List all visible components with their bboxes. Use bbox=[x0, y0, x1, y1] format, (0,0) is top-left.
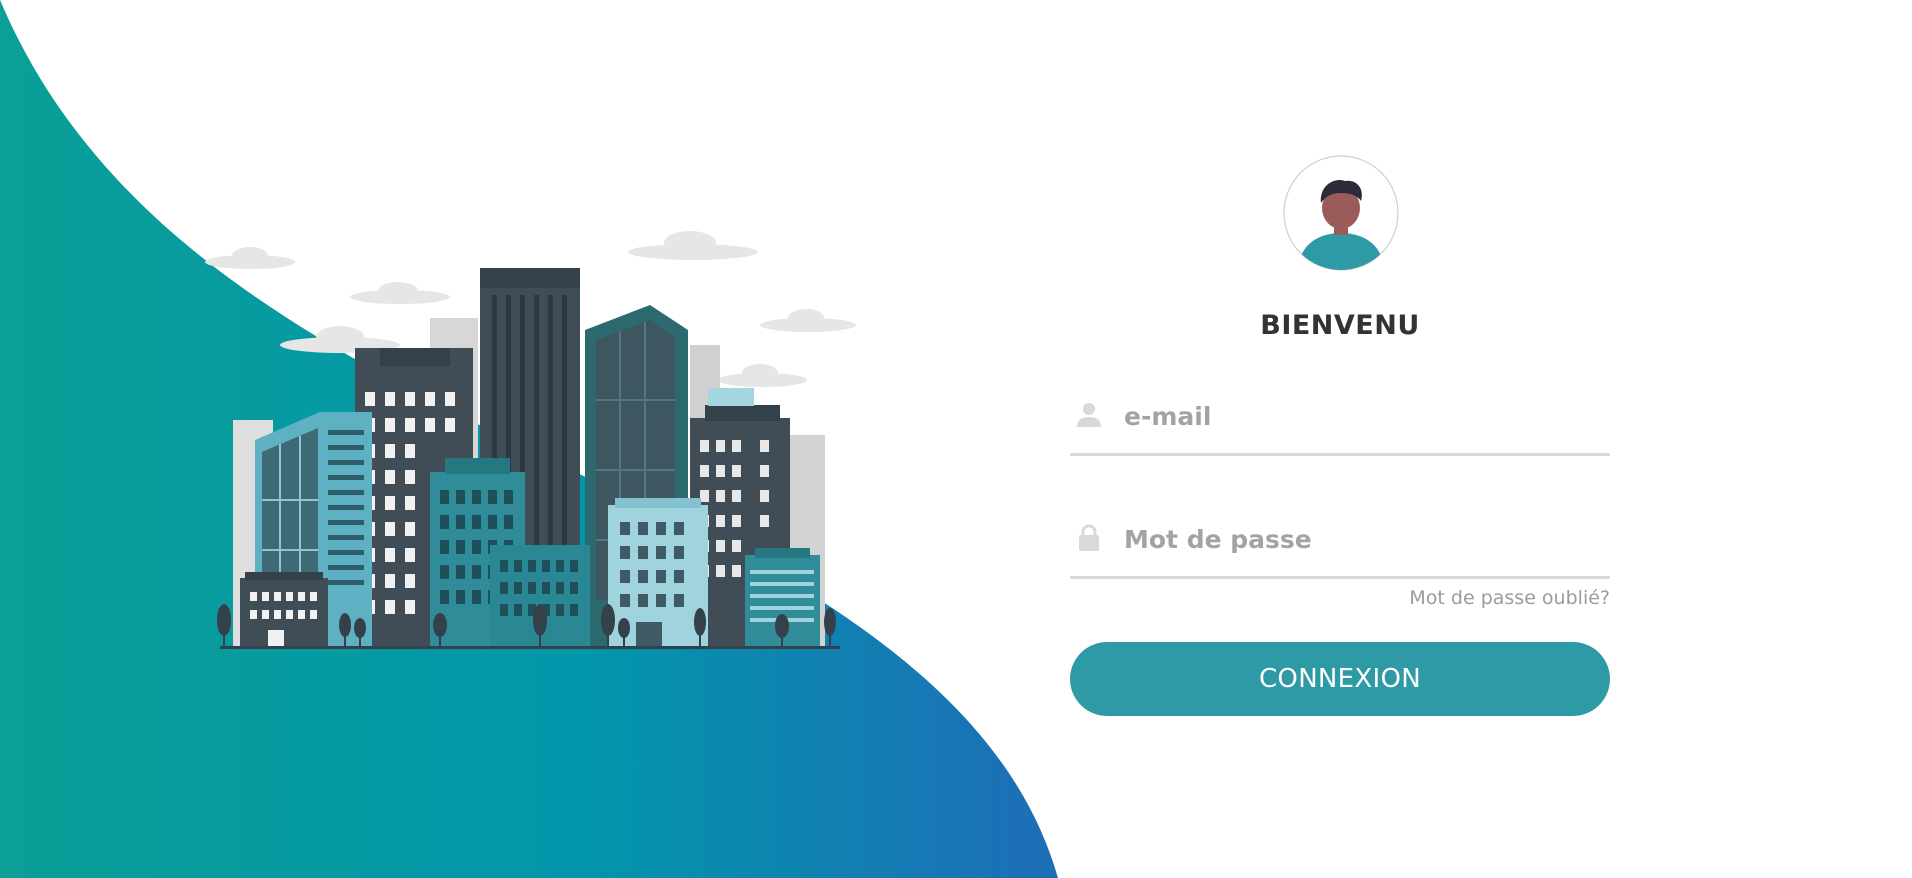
email-field-group bbox=[1070, 385, 1610, 456]
user-avatar-icon bbox=[1283, 155, 1399, 271]
email-input[interactable] bbox=[1122, 390, 1606, 442]
password-field-group bbox=[1070, 508, 1610, 579]
user-icon bbox=[1077, 403, 1101, 427]
password-input[interactable] bbox=[1122, 513, 1606, 565]
welcome-title: BIENVENU bbox=[1260, 310, 1420, 341]
forgot-password-link[interactable]: Mot de passe oublié? bbox=[1409, 587, 1610, 609]
city-buildings-illustration bbox=[205, 231, 856, 649]
lock-icon bbox=[1079, 524, 1099, 551]
login-page: BIENVENU Mot de passe oublié? CONNEXION bbox=[0, 0, 1912, 878]
login-button[interactable]: CONNEXION bbox=[1070, 642, 1610, 716]
